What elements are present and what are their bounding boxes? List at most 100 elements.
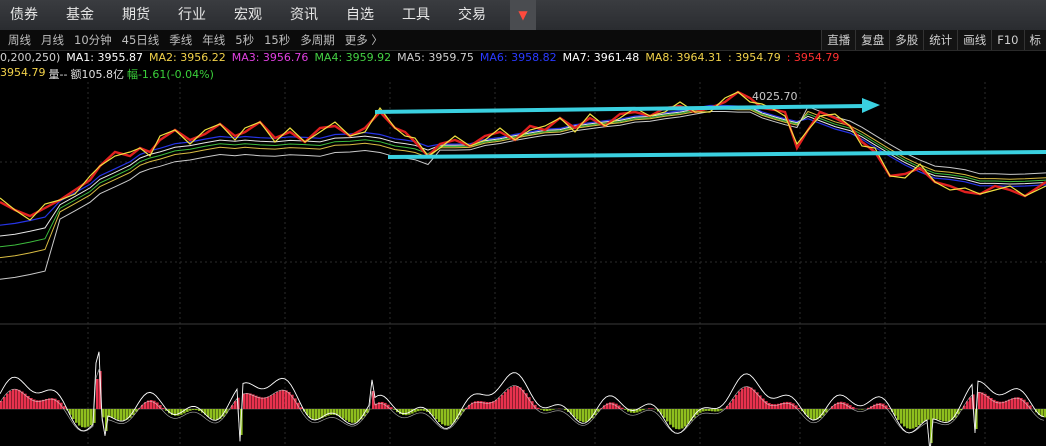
macd-bar — [576, 409, 579, 420]
macd-bar — [1014, 397, 1017, 409]
macd-bar — [213, 409, 216, 420]
macd-bar — [933, 409, 936, 419]
macd-bar — [843, 402, 846, 409]
macd-bar — [381, 401, 384, 409]
toolbar-button-5[interactable]: F10 — [991, 30, 1024, 50]
macd-bar — [774, 404, 777, 409]
kline-chart[interactable]: 4025.70 — [0, 82, 1046, 446]
high-price-label: 4025.70 — [752, 90, 798, 103]
period-tab-9[interactable]: 更多 〉 — [345, 32, 383, 48]
toolbar-button-4[interactable]: 画线 — [957, 30, 992, 50]
macd-bar — [267, 396, 270, 409]
macd-bar — [420, 409, 423, 411]
period-tab-5[interactable]: 年线 — [202, 32, 225, 48]
nav-item-5[interactable]: 资讯 — [280, 0, 330, 30]
macd-bar — [648, 408, 651, 409]
macd-bar — [738, 391, 741, 409]
ma-line-2 — [0, 107, 1046, 248]
nav-item-4[interactable]: 宏观 — [224, 0, 274, 30]
macd-bar — [735, 394, 738, 409]
macd-bar — [195, 409, 198, 411]
ma-line-0 — [0, 104, 1046, 226]
macd-bar — [246, 393, 249, 409]
macd-bar — [282, 389, 285, 409]
toolbar-button-1[interactable]: 复盘 — [855, 30, 890, 50]
macd-bar — [639, 409, 642, 412]
nav-item-0[interactable]: 债券 — [0, 0, 50, 30]
current-price: 3954.79 — [0, 66, 46, 79]
amount-label: 额105.8亿 — [70, 68, 124, 81]
toolbar-button-2[interactable]: 多股 — [889, 30, 924, 50]
nav-item-6[interactable]: 自选 — [336, 0, 386, 30]
macd-bar — [354, 409, 357, 423]
macd-bar — [708, 409, 711, 411]
macd-bar — [612, 402, 615, 409]
period-tab-8[interactable]: 多周期 — [300, 32, 335, 48]
toolbar-button-6[interactable]: 标 — [1023, 30, 1046, 50]
macd-bar — [705, 409, 708, 411]
period-toolbar: 周线 月线 10分钟 45日线 季线 年线 5秒 15秒 多周期 更多 〉 直播 复盘 多股 统计 画线 F1… — [0, 30, 1046, 51]
dropdown-arrow-icon[interactable]: ▼ — [510, 0, 536, 30]
period-tab-4[interactable]: 季线 — [169, 32, 192, 48]
macd-bar — [807, 409, 810, 417]
macd-bar — [348, 409, 351, 422]
macd-bar — [210, 409, 213, 419]
macd-bar — [192, 409, 195, 411]
macd-bar — [444, 409, 447, 426]
macd-bar — [969, 397, 972, 409]
toolbar-button-3[interactable]: 统计 — [923, 30, 958, 50]
macd-bar — [84, 409, 87, 428]
macd-bar — [450, 409, 453, 425]
macd-bar — [339, 409, 342, 417]
period-tab-2[interactable]: 10分钟 — [74, 32, 112, 48]
macd-bar — [162, 407, 165, 409]
ma-value-4: MA5: 3959.75 — [397, 51, 474, 64]
nav-item-7[interactable]: 工具 — [392, 0, 442, 30]
macd-bar — [123, 409, 126, 421]
macd-bar — [216, 409, 219, 420]
macd-bar — [513, 385, 516, 409]
macd-bar — [942, 409, 945, 422]
period-tab-7[interactable]: 15秒 — [264, 32, 290, 48]
macd-bar — [276, 391, 279, 409]
period-tab-0[interactable]: 周线 — [8, 32, 31, 48]
macd-bar — [924, 409, 927, 422]
macd-bar — [573, 409, 576, 417]
macd-bar — [186, 409, 189, 412]
nav-item-3[interactable]: 行业 — [168, 0, 218, 30]
macd-bar — [1008, 399, 1011, 409]
macd-bar — [342, 409, 345, 419]
macd-bar — [540, 409, 543, 410]
macd-bar — [687, 409, 690, 424]
macd-bar — [258, 396, 261, 409]
nav-item-1[interactable]: 基金 — [56, 0, 106, 30]
macd-bar — [1017, 397, 1020, 409]
macd-bar — [15, 389, 18, 409]
period-tab-3[interactable]: 45日线 — [122, 32, 160, 48]
macd-bar — [495, 399, 498, 409]
macd-bar — [717, 409, 720, 412]
macd-bar — [111, 409, 114, 418]
macd-bar — [651, 408, 654, 409]
volume-info-line: 3954.79 量-- 额105.8亿 幅-1.61(-0.04%) — [0, 66, 214, 81]
volume-label: 量-- — [48, 68, 68, 81]
macd-bar — [945, 409, 948, 422]
period-tab-1[interactable]: 月线 — [41, 32, 64, 48]
macd-bar — [861, 409, 864, 410]
macd-bar — [771, 404, 774, 409]
nav-item-2[interactable]: 期货 — [112, 0, 162, 30]
nav-item-8[interactable]: 交易 — [448, 0, 498, 30]
macd-bar — [273, 393, 276, 409]
period-tab-6[interactable]: 5秒 — [235, 32, 254, 48]
macd-bar — [981, 392, 984, 409]
macd-bar — [3, 397, 6, 409]
macd-bar — [978, 391, 981, 409]
macd-bar — [1011, 398, 1014, 409]
macd-bar — [261, 397, 264, 409]
ma-value-2: MA3: 3956.76 — [231, 51, 309, 64]
macd-bar — [45, 399, 48, 409]
macd-bar — [702, 409, 705, 412]
macd-bar — [948, 409, 951, 422]
macd-bar — [120, 409, 123, 421]
toolbar-button-0[interactable]: 直播 — [821, 30, 856, 50]
